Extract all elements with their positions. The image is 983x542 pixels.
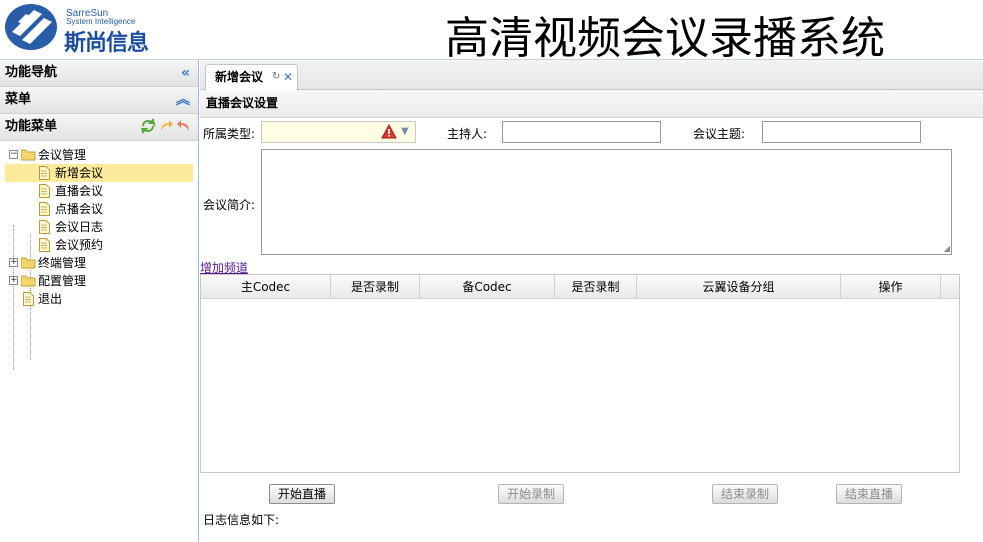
grid-header: 主Codec 是否录制 备Codec 是否录制 云翼设备分组 操作 — [201, 275, 959, 299]
page-icon — [23, 292, 34, 306]
func-menu-header: 功能菜单 — [0, 114, 198, 141]
tree-item-logout[interactable]: 退出 — [0, 290, 198, 308]
tree-item-meeting-log[interactable]: 会议日志 — [0, 218, 198, 236]
tree-item-label: 配置管理 — [38, 274, 87, 288]
nav-panel-header[interactable]: 功能导航 « — [0, 60, 198, 87]
app-title: 高清视频会议录播系统 — [445, 13, 885, 64]
tree-item-label: 直播会议 — [55, 184, 104, 198]
tree-item-vod-meeting[interactable]: 点播会议 — [0, 200, 198, 218]
stop-record-button[interactable]: 结束录制 — [712, 484, 778, 504]
start-live-button[interactable]: 开始直播 — [269, 484, 335, 504]
function-tree: − 会议管理 新增会议 直播会议 点播会议 会议日志 会议预约 + 终端管理 +… — [0, 141, 198, 369]
tree-item-config-mgmt[interactable]: + 配置管理 — [0, 272, 198, 290]
col-backup-codec[interactable]: 备Codec — [420, 275, 555, 299]
tree-item-meeting-reserve[interactable]: 会议预约 — [0, 236, 198, 254]
intro-textarea[interactable]: ◢ — [261, 149, 952, 255]
log-label: 日志信息如下: — [203, 513, 280, 527]
tree-item-label: 新增会议 — [55, 166, 104, 180]
expand-toggle-icon[interactable]: + — [9, 276, 18, 285]
main-content: 新增会议 ↻ ✕ 直播会议设置 所属类型: ▼ 主持人: 会议主题: 会议简介:… — [200, 60, 983, 542]
collapse-left-icon[interactable]: « — [181, 60, 190, 86]
tree-item-meeting-mgmt[interactable]: − 会议管理 — [0, 146, 198, 164]
sidebar: 功能导航 « 菜单 ︽ 功能菜单 − 会议管理 新增会议 直播会议 点播会议 会… — [0, 60, 199, 542]
refresh-icon[interactable] — [140, 118, 156, 134]
tree-item-live-meeting[interactable]: 直播会议 — [0, 182, 198, 200]
host-input[interactable] — [502, 121, 661, 143]
col-actions[interactable]: 操作 — [841, 275, 941, 299]
undo-icon[interactable] — [176, 118, 192, 134]
topic-label: 会议主题: — [693, 127, 746, 141]
collapse-up-icon[interactable]: ︽ — [176, 87, 190, 113]
intro-label: 会议简介: — [203, 198, 256, 212]
company-logo: SarreSun System Intelligence 斯尚信息 — [4, 2, 174, 56]
col-primary-codec[interactable]: 主Codec — [201, 275, 331, 299]
func-menu-title: 功能菜单 — [5, 119, 58, 134]
col-record-1[interactable]: 是否录制 — [331, 275, 420, 299]
type-label: 所属类型: — [203, 127, 256, 141]
col-device-group[interactable]: 云翼设备分组 — [637, 275, 841, 299]
chevron-down-icon[interactable]: ▼ — [401, 126, 409, 137]
host-label: 主持人: — [447, 127, 488, 141]
page-icon — [39, 202, 50, 216]
col-record-2[interactable]: 是否录制 — [555, 275, 637, 299]
brand-name-cn: 斯尚信息 — [64, 31, 149, 56]
app-header: SarreSun System Intelligence 斯尚信息 高清视频会议… — [0, 0, 983, 64]
collapse-toggle-icon[interactable]: − — [9, 150, 18, 159]
page-icon — [39, 166, 50, 180]
tree-item-label: 点播会议 — [55, 202, 104, 216]
tree-item-label: 会议预约 — [55, 238, 104, 252]
resize-grip-icon[interactable]: ◢ — [944, 245, 950, 253]
menu-panel-title: 菜单 — [5, 92, 32, 107]
redo-icon[interactable] — [158, 118, 174, 134]
folder-icon — [21, 275, 36, 287]
tree-item-label: 终端管理 — [38, 256, 87, 270]
menu-panel-header[interactable]: 菜单 ︽ — [0, 87, 198, 114]
tree-item-terminal-mgmt[interactable]: + 终端管理 — [0, 254, 198, 272]
channel-grid: 主Codec 是否录制 备Codec 是否录制 云翼设备分组 操作 — [200, 274, 960, 473]
folder-open-icon — [21, 149, 36, 161]
folder-icon — [21, 257, 36, 269]
tree-item-label: 退出 — [38, 292, 63, 306]
start-record-button[interactable]: 开始录制 — [498, 484, 564, 504]
page-icon — [39, 238, 50, 252]
page-icon — [39, 220, 50, 234]
nav-panel-title: 功能导航 — [5, 65, 58, 80]
tree-item-new-meeting[interactable]: 新增会议 — [5, 164, 193, 182]
tree-item-label: 会议管理 — [38, 148, 87, 162]
stop-live-button[interactable]: 结束直播 — [836, 484, 902, 504]
expand-toggle-icon[interactable]: + — [9, 258, 18, 267]
type-select[interactable]: ▼ — [261, 121, 416, 143]
topic-input[interactable] — [762, 121, 921, 143]
page-icon — [39, 184, 50, 198]
tree-item-label: 会议日志 — [55, 220, 104, 234]
warning-icon — [381, 124, 397, 139]
logo-mark-icon — [5, 4, 57, 50]
